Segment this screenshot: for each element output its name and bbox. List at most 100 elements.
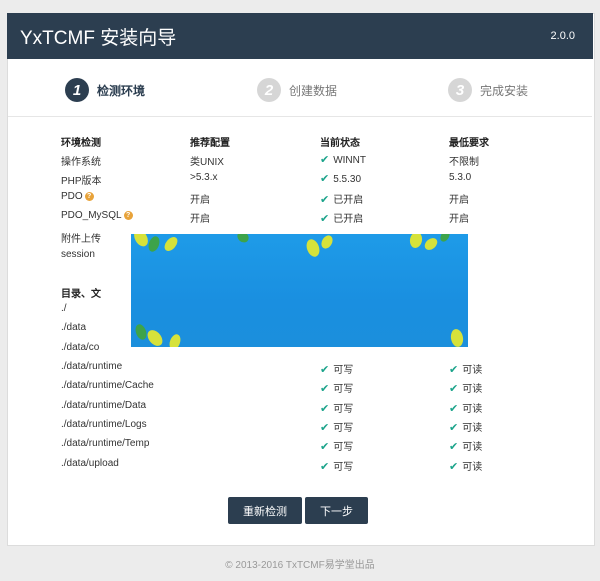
table-row: PDO? 开启 ✔ 已开启 开启 [0,187,600,206]
status-text: WINNT [333,155,366,166]
table-row: ./data/runtime/Temp ✔ 可写 ✔ 可读 [0,434,600,453]
env-recommended: >5.3.x [190,172,218,183]
leaf-decoration [134,234,464,347]
env-name: 附件上传 [61,234,101,245]
check-icon: ✔ [320,154,330,166]
check-icon: ✔ [449,364,459,376]
dir-path: ./data/runtime/Data [61,400,147,411]
check-icon: ✔ [320,173,330,185]
col-header-env: 环境检测 [61,138,101,149]
help-icon[interactable]: ? [84,192,94,201]
recheck-button[interactable]: 重新检测 [228,497,302,524]
env-minimum: 开启 [449,195,469,206]
env-minimum: 开启 [449,214,469,225]
status-text: 5.5.30 [333,174,362,185]
col-header-dir: 目录、文 [61,289,101,300]
help-icon[interactable]: ? [123,211,133,220]
dir-minimum: ✔ 可读 [449,438,482,453]
dir-minimum: ✔ 可读 [449,380,482,395]
dir-status: ✔ 可写 [320,361,353,376]
dir-status: ✔ 可写 [320,458,353,473]
status-text: 可写 [333,404,354,415]
env-status: ✔ 5.5.30 [320,172,361,185]
dir-status: ✔ 可写 [320,380,353,395]
dir-status: ✔ 可写 [320,400,353,415]
dir-path: ./data/runtime/Cache [61,380,154,391]
env-recommended: 类UNIX [190,157,224,168]
step-label: 检测环境 [97,83,146,98]
table-row: ./data/runtime/Cache ✔ 可写 ✔ 可读 [0,376,600,395]
table-row: ./data/upload ✔ 可写 ✔ 可读 [0,454,600,473]
env-name: 操作系统 [61,157,101,168]
env-name-cell: PDO? [61,191,94,202]
dir-status: ✔ 可写 [320,438,353,453]
next-step-button[interactable]: 下一步 [305,497,368,524]
table-row: ./data/runtime/Data ✔ 可写 ✔ 可读 [0,396,600,415]
status-text: 可写 [333,365,354,376]
dir-path: ./data [61,322,87,333]
minimum-text: 可读 [462,442,483,453]
check-icon: ✔ [449,403,459,415]
dir-status: ✔ 可写 [320,419,353,434]
check-icon: ✔ [320,403,330,415]
table-row: 操作系统 类UNIX ✔ WINNT 不限制 [0,149,600,168]
env-name: PDO_MySQL [61,210,122,221]
col-header-status: 当前状态 [320,138,360,149]
env-status: ✔ WINNT [320,153,366,166]
table-row: ./data/runtime/Logs ✔ 可写 ✔ 可读 [0,415,600,434]
check-icon: ✔ [320,194,330,206]
check-icon: ✔ [449,383,459,395]
dir-minimum: ✔ 可读 [449,419,482,434]
env-table-header: 环境检测 推荐配置 当前状态 最低要求 [0,130,600,149]
env-recommended: 开启 [190,195,210,206]
env-name: PHP版本 [61,176,102,187]
col-header-minimum: 最低要求 [449,138,489,149]
header-bar: YxTCMF 安装向导 2.0.0 [7,13,593,59]
env-name: PDO [61,191,83,202]
check-icon: ✔ [320,461,330,473]
table-row: PHP版本 >5.3.x ✔ 5.5.30 5.3.0 [0,168,600,187]
minimum-text: 可读 [462,423,483,434]
env-status: ✔ 已开启 [320,210,363,225]
overlay-banner-image [131,234,468,347]
table-row: ./data/runtime ✔ 可写 ✔ 可读 [0,357,600,376]
check-icon: ✔ [449,461,459,473]
app-title: YxTCMF 安装向导 [20,28,177,49]
step-create-data: 2 创建数据 [257,78,337,102]
minimum-text: 可读 [462,384,483,395]
env-name: session [61,249,95,260]
col-header-recommended: 推荐配置 [190,138,230,149]
minimum-text: 可读 [462,404,483,415]
env-name-cell: PDO_MySQL? [61,210,133,221]
dir-path: ./data/upload [61,458,119,469]
step-number: 2 [257,78,281,102]
check-icon: ✔ [320,213,330,225]
check-icon: ✔ [449,441,459,453]
status-text: 可写 [333,384,354,395]
step-complete-install: 3 完成安装 [448,78,528,102]
step-check-env: 1 检测环境 [65,78,145,102]
status-text: 可写 [333,442,354,453]
dir-minimum: ✔ 可读 [449,400,482,415]
env-minimum: 5.3.0 [449,172,472,183]
step-label: 完成安装 [480,83,529,98]
version-label: 2.0.0 [550,30,575,42]
step-indicator: 1 检测环境 2 创建数据 3 完成安装 [8,60,592,117]
dir-path: ./data/co [61,342,100,353]
dir-minimum: ✔ 可读 [449,361,482,376]
check-icon: ✔ [449,422,459,434]
status-text: 可写 [333,462,354,473]
check-icon: ✔ [320,364,330,376]
check-icon: ✔ [320,383,330,395]
env-recommended: 开启 [190,214,210,225]
dir-path: ./data/runtime/Logs [61,419,147,430]
dir-path: ./ [61,303,67,314]
check-icon: ✔ [320,441,330,453]
step-number: 1 [65,78,89,102]
status-text: 可写 [333,423,354,434]
step-label: 创建数据 [289,83,338,98]
dir-path: ./data/runtime/Temp [61,438,150,449]
table-row: PDO_MySQL? 开启 ✔ 已开启 开启 [0,206,600,225]
status-text: 已开启 [333,195,364,206]
check-icon: ✔ [320,422,330,434]
